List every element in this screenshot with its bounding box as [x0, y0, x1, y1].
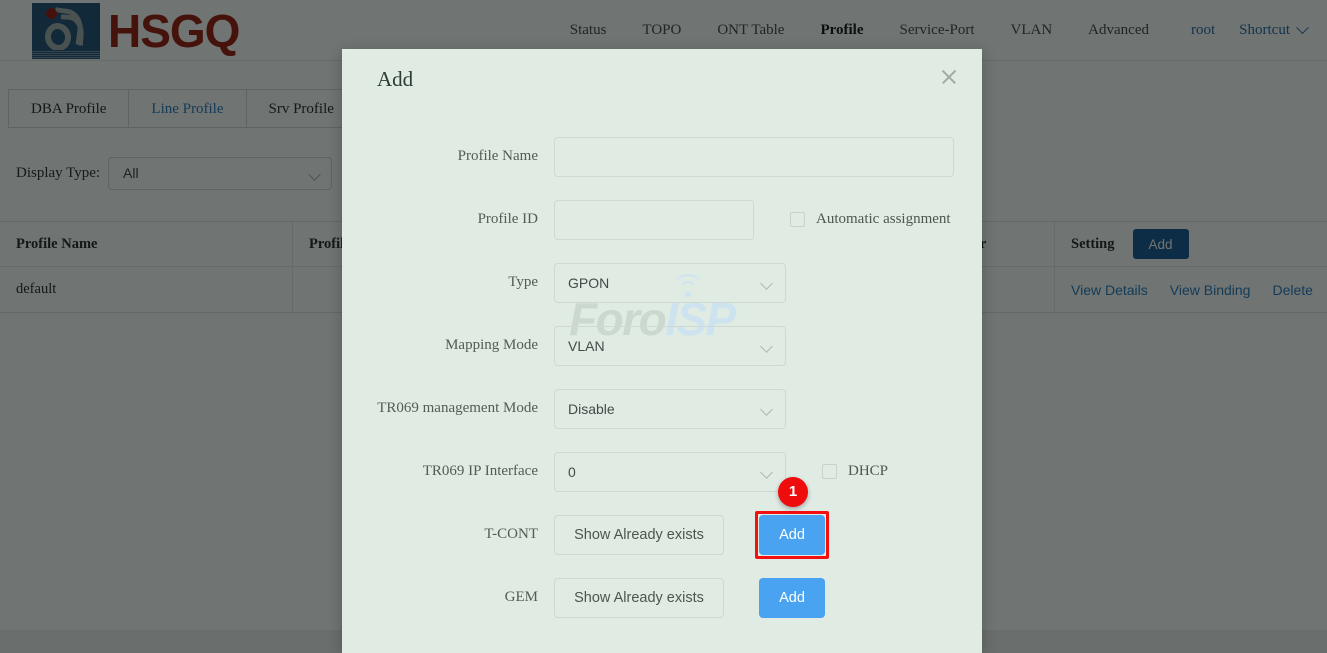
automatic-assignment-checkbox[interactable]: Automatic assignment	[790, 211, 951, 228]
label-tr069-management-mode: TR069 management Mode	[377, 400, 538, 416]
automatic-assignment-label: Automatic assignment	[816, 211, 951, 227]
field-row-profile-id: Profile ID Automatic assignment	[342, 188, 982, 251]
field-row-tr069-management-mode: TR069 management Mode Disable	[342, 377, 982, 440]
tr069-ip-interface-value: 0	[568, 463, 576, 480]
field-row-tcont: T-CONT Show Already exists Add 1	[342, 476, 982, 566]
label-tr069-ip-interface: TR069 IP Interface	[422, 463, 538, 479]
chevron-down-icon	[760, 276, 773, 290]
annotation-step-badge: 1	[778, 476, 808, 507]
application-root: HSGQ Status TOPO ONT Table Profile Servi…	[0, 0, 1327, 653]
dhcp-label: DHCP	[848, 463, 889, 479]
tr069-management-mode-select[interactable]: Disable	[554, 388, 786, 429]
dialog-title: Add	[377, 67, 414, 91]
checkbox-box-icon	[790, 212, 805, 227]
label-tcont: T-CONT	[484, 526, 538, 542]
mapping-mode-select[interactable]: VLAN	[554, 325, 786, 366]
chevron-down-icon	[760, 465, 773, 479]
add-profile-form: Profile Name Profile ID Automatic assign…	[342, 105, 982, 629]
field-row-tr069-ip-interface: TR069 IP Interface 0 DHCP	[342, 440, 982, 503]
dialog-header: Add	[342, 49, 982, 105]
tr069-ip-interface-select[interactable]: 0	[554, 451, 786, 492]
mapping-mode-select-value: VLAN	[568, 337, 605, 354]
label-mapping-mode: Mapping Mode	[445, 337, 538, 353]
field-row-profile-name: Profile Name	[342, 125, 982, 188]
label-type: Type	[508, 274, 538, 290]
type-select-value: GPON	[568, 274, 610, 291]
chevron-down-icon	[760, 339, 773, 353]
add-line-profile-dialog: Add ForoISP Profile Name Profile ID Auto…	[342, 49, 982, 653]
tr069-management-mode-value: Disable	[568, 400, 615, 417]
tcont-show-existing-button[interactable]: Show Already exists	[554, 514, 724, 555]
close-icon[interactable]	[939, 67, 959, 87]
tcont-add-button[interactable]: Add	[759, 514, 825, 555]
type-select[interactable]: GPON	[554, 262, 786, 303]
gem-add-button[interactable]: Add	[759, 577, 825, 618]
field-row-type: Type GPON	[342, 251, 982, 314]
profile-name-input[interactable]	[554, 136, 954, 177]
field-row-mapping-mode: Mapping Mode VLAN	[342, 314, 982, 377]
gem-show-existing-button[interactable]: Show Already exists	[554, 577, 724, 618]
chevron-down-icon	[760, 402, 773, 416]
label-profile-id: Profile ID	[477, 211, 538, 227]
tcont-add-highlight-wrapper: Add 1	[755, 476, 829, 559]
dhcp-checkbox[interactable]: DHCP	[822, 463, 888, 480]
label-profile-name: Profile Name	[457, 148, 538, 164]
profile-id-input[interactable]	[554, 199, 754, 240]
checkbox-box-icon	[822, 464, 837, 479]
label-gem: GEM	[504, 589, 538, 605]
field-row-gem: GEM Show Already exists Add	[342, 566, 982, 629]
